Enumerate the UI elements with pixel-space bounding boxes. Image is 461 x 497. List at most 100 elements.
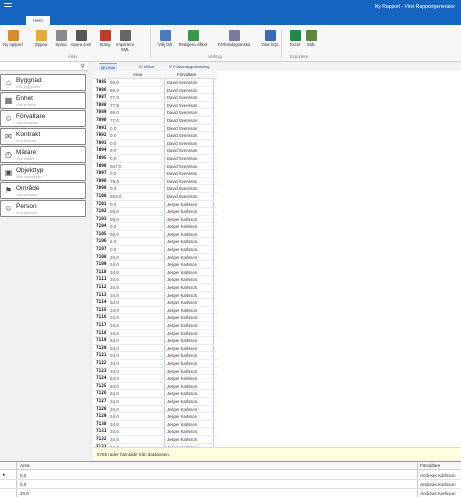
table-row[interactable]: 7095 0,0 David Svensson (93, 154, 217, 163)
table-row[interactable]: 7121 34,0 Jesper Karlsson (93, 352, 217, 360)
app-menu-icon[interactable] (4, 3, 12, 10)
table-row[interactable]: 7101 0,0 Jesper Karlsson (93, 200, 217, 209)
spara-button[interactable]: Spara (50, 27, 72, 53)
table-row[interactable]: 7116 34,0 Jesper Karlsson (93, 314, 217, 322)
table-row[interactable]: 7096 507,0 David Svensson (93, 162, 217, 171)
detail-row[interactable]: ▸ 0,0 Andreas Karlsson (0, 471, 461, 480)
forvaltare-cell: David Svensson (164, 86, 214, 94)
table-row[interactable]: 7089 69,0 David Svensson (93, 109, 217, 117)
nav-search-input[interactable]: ⚲ (0, 62, 88, 71)
group-label-verktyg: Verktyg (208, 54, 222, 59)
table-row[interactable]: 7108 34,0 Jesper Karlsson (93, 253, 217, 262)
table-row[interactable]: 7119 34,0 Jesper Karlsson (93, 337, 217, 345)
table-row[interactable]: 7114 34,0 Jesper Karlsson (93, 299, 217, 307)
nav-item-område[interactable]: ⚑ Område Visa områden (0, 182, 86, 199)
table-row[interactable]: 7086 69,0 David Svensson (93, 86, 217, 95)
table-row[interactable]: 7127 34,0 Jesper Karlsson (93, 397, 217, 406)
table-row[interactable]: 7091 0,0 David Svensson (93, 124, 217, 133)
area-cell: 283,0 (110, 193, 122, 199)
column-header-area[interactable]: Area (133, 72, 142, 77)
table-row[interactable]: 7093 0,0 David Svensson (93, 139, 217, 148)
forvaltare-cell: Jesper Karlsson (164, 268, 214, 276)
table-row[interactable]: 7115 34,0 Jesper Karlsson (93, 306, 217, 315)
area-cell: 34,0 (110, 323, 119, 328)
edit-conditions-icon (187, 30, 199, 41)
spara-som-button[interactable]: Spara som (70, 27, 92, 53)
table-row[interactable]: 7100 283,0 David Svensson (93, 192, 217, 201)
area-cell: 0,0 (110, 155, 117, 161)
table-row[interactable]: 7097 0,0 David Svensson (93, 170, 217, 178)
table-row[interactable]: 7105 58,0 Jesper Karlsson (93, 230, 217, 239)
detail-grid: Area Förvaltare ▸ 0,0 Andreas Karlsson 0,0 A… (0, 461, 461, 497)
table-row[interactable]: 7117 34,0 Jesper Karlsson (93, 322, 217, 330)
column-header-forvaltare[interactable]: Förvaltare (177, 72, 196, 77)
forvaltare-cell: David Svensson (164, 132, 214, 140)
tab-villkor[interactable]: ☑ Villkor (137, 63, 157, 71)
table-row[interactable]: 7126 34,0 Jesper Karlsson (93, 390, 217, 398)
redigera-villkor-button[interactable]: Redigera villkor (176, 27, 210, 53)
nav-item-objekttyp[interactable]: ▣ Objekttyp Visa objekttyper (0, 164, 86, 181)
detail-forvaltare-cell: Andreas Karlsson (420, 473, 456, 478)
ribbon-button-label: Förhandsgranska (217, 42, 251, 47)
nav-item-person[interactable]: ☺ Person Visa personer (0, 200, 86, 217)
table-row[interactable]: 7110 34,0 Jesper Karlsson (93, 268, 217, 277)
välj-fält-button[interactable]: Välj fält (154, 27, 176, 53)
table-row[interactable]: 7103 58,0 Jesper Karlsson (93, 215, 217, 224)
table-row[interactable]: 7124 34,0 Jesper Karlsson (93, 375, 217, 383)
nav-item-label: Enhet (16, 95, 33, 102)
table-row[interactable]: 7120 34,0 Jesper Karlsson (93, 344, 217, 353)
table-row[interactable]: 7112 34,0 Jesper Karlsson (93, 284, 217, 292)
detail-column-header-forvaltare[interactable]: Förvaltare (420, 463, 440, 468)
save-icon (55, 30, 67, 41)
forvaltare-cell: Jesper Karlsson (164, 405, 214, 413)
table-row[interactable]: 7090 77,0 David Svensson (93, 116, 217, 125)
importera-xml-button[interactable]: Importera XML (114, 27, 136, 53)
area-cell: 34,0 (110, 254, 119, 260)
table-row[interactable]: 7129 34,0 Jesper Karlsson (93, 413, 217, 421)
table-row[interactable]: 7085 69,0 David Svensson (93, 79, 217, 87)
stäng-button[interactable]: Stäng (94, 27, 116, 53)
table-row[interactable]: 7130 34,0 Jesper Karlsson (93, 420, 217, 429)
table-row[interactable]: 7125 34,0 Jesper Karlsson (93, 382, 217, 391)
table-row[interactable]: 7123 34,0 Jesper Karlsson (93, 367, 217, 376)
tab-urval[interactable]: ▤ Urval (99, 63, 118, 71)
förhandsgranska-button[interactable]: Förhandsgranska (214, 27, 254, 53)
visa-sql-button[interactable]: Visa SQL (259, 27, 281, 53)
search-icon[interactable]: ⚲ (81, 63, 85, 70)
table-row[interactable]: 7098 79,0 David Svensson (93, 177, 217, 186)
table-row[interactable]: 7111 34,0 Jesper Karlsson (93, 276, 217, 285)
table-row[interactable]: 7109 34,0 Jesper Karlsson (93, 261, 217, 269)
table-row[interactable]: 7131 34,0 Jesper Karlsson (93, 428, 217, 436)
nav-item-byggnad[interactable]: ⌂ Byggnad Visa byggnader (0, 74, 86, 91)
area-cell: 34,0 (110, 414, 119, 420)
tab-forhandsgranskning[interactable]: ⚲ Förhandsgranskning (167, 63, 212, 71)
table-row[interactable]: 7132 34,0 Jesper Karlsson (93, 435, 217, 444)
area-icon: ⚑ (4, 186, 13, 195)
table-row[interactable]: 7092 0,0 David Svensson (93, 132, 217, 140)
area-cell: 69,0 (110, 110, 119, 116)
detail-row[interactable]: 0,0 Andreas Karlsson (0, 480, 461, 489)
table-row[interactable]: 7099 0,0 David Svensson (93, 185, 217, 193)
detail-row[interactable]: 20,0 Andreas Karlsson (0, 489, 461, 497)
table-row[interactable]: 7088 77,0 David Svensson (93, 101, 217, 110)
table-row[interactable]: 7102 58,0 Jesper Karlsson (93, 208, 217, 216)
tab-hem[interactable]: Hem (26, 16, 50, 25)
ny-rapport-button[interactable]: Ny rapport (2, 27, 24, 53)
table-row[interactable]: 7118 34,0 Jesper Karlsson (93, 329, 217, 338)
nav-item-förvaltare[interactable]: ☺ Förvaltare Visa förvaltare (0, 110, 86, 127)
table-row[interactable]: 7106 2,0 Jesper Karlsson (93, 238, 217, 247)
table-row[interactable]: 7122 34,0 Jesper Karlsson (93, 359, 217, 368)
nav-item-enhet[interactable]: ▦ Enhet Visa enheter (0, 92, 86, 109)
forvaltare-cell: David Svensson (164, 147, 214, 155)
table-row[interactable]: 7113 34,0 Jesper Karlsson (93, 291, 217, 300)
table-row[interactable]: 7107 0,0 Jesper Karlsson (93, 246, 217, 254)
öppna-button[interactable]: Öppna (30, 27, 52, 53)
table-row[interactable]: 7094 9,0 David Svensson (93, 147, 217, 155)
table-row[interactable]: 7087 77,0 David Svensson (93, 94, 217, 102)
table-row[interactable]: 7104 0,0 Jesper Karlsson (93, 223, 217, 231)
nav-item-kontrakt[interactable]: ✉ Kontrakt Visa kontrakt (0, 128, 86, 145)
nav-item-mätare[interactable]: ◴ Mätare Visa mätare (0, 146, 86, 163)
table-row[interactable]: 7128 34,0 Jesper Karlsson (93, 405, 217, 414)
detail-column-header-area[interactable]: Area (20, 463, 30, 468)
xml-button[interactable]: XML (300, 27, 322, 53)
